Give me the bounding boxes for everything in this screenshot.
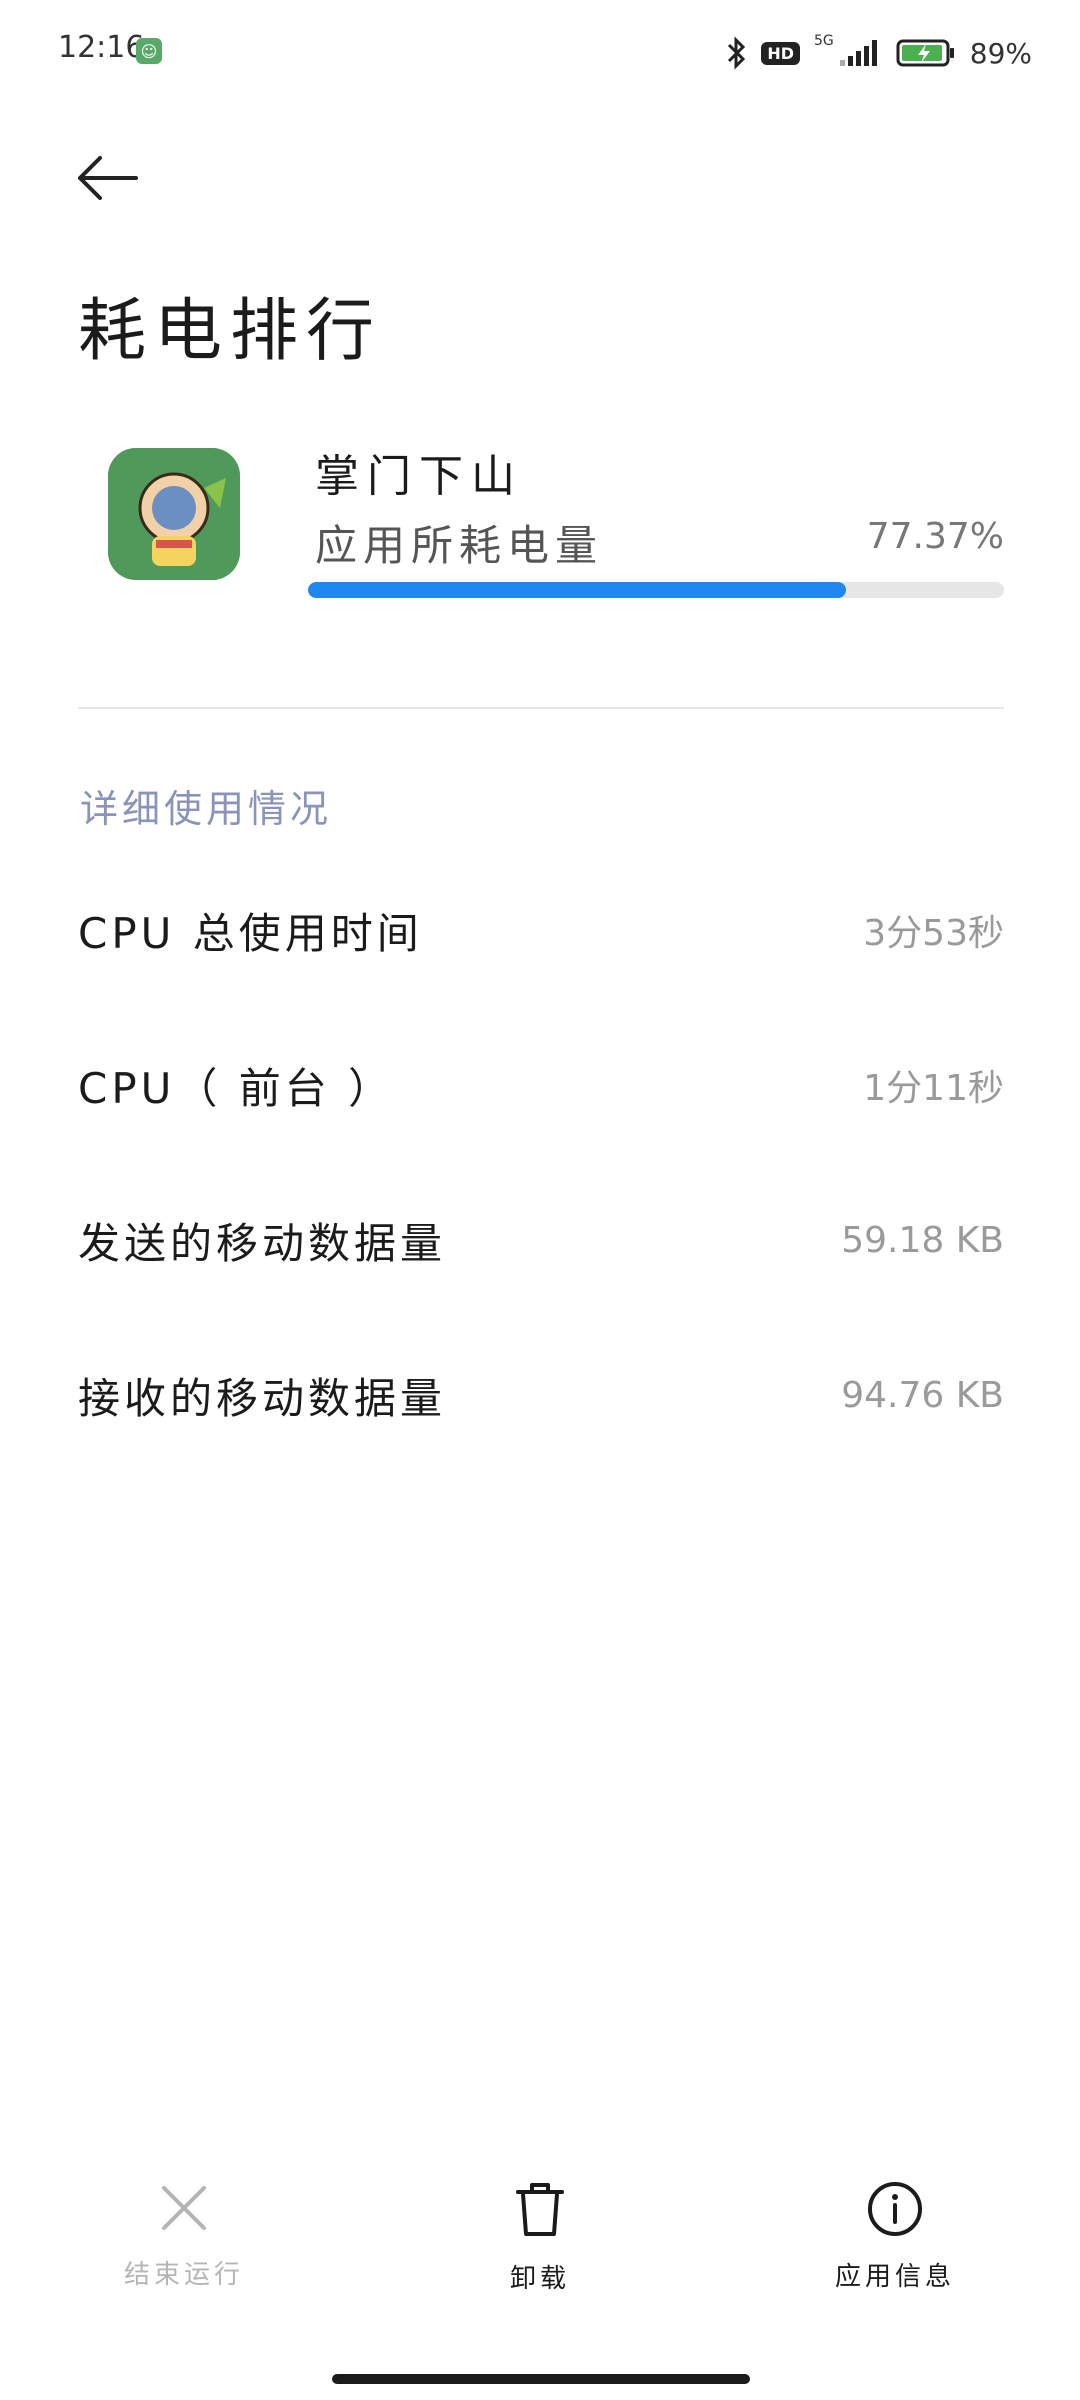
- detail-value: 94.76 KB: [841, 1374, 1004, 1416]
- home-indicator[interactable]: [332, 2374, 750, 2384]
- usage-percent: 77.37%: [866, 516, 1004, 557]
- status-bar: 12:16 ☺ HD 5G 89%: [0, 0, 1080, 110]
- detail-row-data-sent: 发送的移动数据量 59.18 KB: [78, 1185, 1004, 1295]
- bottom-action-bar: 结束运行 卸载 应用信息: [0, 2180, 1080, 2320]
- section-header-details: 详细使用情况: [80, 787, 333, 831]
- uninstall-label: 卸载: [509, 2264, 570, 2294]
- detail-row-data-received: 接收的移动数据量 94.76 KB: [78, 1340, 1004, 1450]
- notification-app-icon: ☺: [136, 38, 162, 64]
- hd-badge: HD: [761, 41, 800, 65]
- stop-button[interactable]: 结束运行: [74, 2180, 294, 2291]
- detail-value: 59.18 KB: [841, 1219, 1004, 1261]
- arrow-left-icon: [74, 154, 140, 206]
- app-name: 掌门下山: [315, 451, 523, 502]
- close-icon: [156, 2180, 212, 2240]
- page-title: 耗电排行: [78, 292, 383, 371]
- battery-percent: 89%: [969, 36, 1032, 70]
- uninstall-button[interactable]: 卸载: [430, 2180, 650, 2295]
- info-icon: [866, 2180, 924, 2242]
- back-button[interactable]: [72, 150, 142, 210]
- app-info-label: 应用信息: [834, 2262, 955, 2292]
- detail-row-cpu-foreground: CPU（ 前台 ） 1分11秒: [78, 1030, 1004, 1140]
- usage-label: 应用所耗电量: [315, 521, 604, 570]
- detail-value: 3分53秒: [863, 913, 1004, 954]
- trash-icon: [512, 2180, 568, 2244]
- app-info-button[interactable]: 应用信息: [785, 2180, 1005, 2293]
- signal-icon: [838, 38, 882, 68]
- detail-label: 发送的移动数据量: [78, 1218, 447, 1268]
- detail-row-cpu-total: CPU 总使用时间 3分53秒: [78, 875, 1004, 985]
- detail-value: 1分11秒: [863, 1068, 1004, 1109]
- usage-progress-bar: [308, 582, 1004, 598]
- status-indicators: HD 5G 89%: [725, 28, 1032, 78]
- app-icon: [108, 448, 240, 580]
- status-time: 12:16: [58, 30, 145, 65]
- network-type: 5G: [814, 33, 834, 49]
- detail-label: CPU（ 前台 ）: [78, 1063, 395, 1113]
- divider: [78, 707, 1004, 709]
- detail-label: 接收的移动数据量: [78, 1373, 447, 1423]
- detail-label: CPU 总使用时间: [78, 908, 423, 958]
- battery-icon: [896, 38, 956, 68]
- stop-label: 结束运行: [123, 2260, 244, 2290]
- bluetooth-icon: [725, 35, 747, 71]
- usage-progress-fill: [308, 582, 847, 598]
